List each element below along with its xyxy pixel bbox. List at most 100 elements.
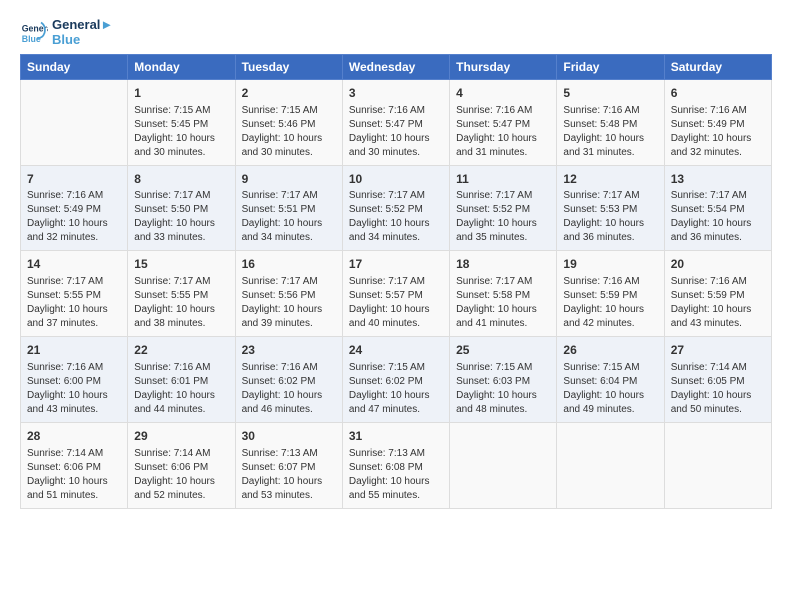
cell-info: Sunset: 5:55 PM (27, 289, 121, 303)
header-row-days: Sunday Monday Tuesday Wednesday Thursday… (21, 54, 772, 79)
cell-info: and 32 minutes. (671, 146, 765, 160)
calendar-table: Sunday Monday Tuesday Wednesday Thursday… (20, 54, 772, 509)
cell-info: Sunset: 5:47 PM (456, 118, 550, 132)
day-number: 15 (134, 256, 228, 273)
cell-info: and 48 minutes. (456, 403, 550, 417)
cell-info: Daylight: 10 hours (671, 132, 765, 146)
cell-info: Sunrise: 7:16 AM (456, 104, 550, 118)
cell-info: Daylight: 10 hours (349, 389, 443, 403)
cell-info: and 43 minutes. (27, 403, 121, 417)
cell-info: Sunset: 5:59 PM (563, 289, 657, 303)
cell-info: Sunrise: 7:16 AM (242, 361, 336, 375)
day-number: 4 (456, 85, 550, 102)
calendar-cell: 1Sunrise: 7:15 AMSunset: 5:45 PMDaylight… (128, 79, 235, 165)
calendar-cell: 24Sunrise: 7:15 AMSunset: 6:02 PMDayligh… (342, 337, 449, 423)
day-number: 9 (242, 171, 336, 188)
day-number: 1 (134, 85, 228, 102)
cell-info: and 51 minutes. (27, 489, 121, 503)
cell-info: Sunrise: 7:16 AM (563, 275, 657, 289)
cell-info: Sunrise: 7:16 AM (134, 361, 228, 375)
calendar-cell: 19Sunrise: 7:16 AMSunset: 5:59 PMDayligh… (557, 251, 664, 337)
cell-info: Daylight: 10 hours (349, 132, 443, 146)
day-number: 8 (134, 171, 228, 188)
calendar-cell: 7Sunrise: 7:16 AMSunset: 5:49 PMDaylight… (21, 165, 128, 251)
logo-text: General► Blue (52, 18, 113, 48)
calendar-cell: 11Sunrise: 7:17 AMSunset: 5:52 PMDayligh… (450, 165, 557, 251)
cell-info: Daylight: 10 hours (671, 389, 765, 403)
cell-info: and 31 minutes. (563, 146, 657, 160)
calendar-cell: 26Sunrise: 7:15 AMSunset: 6:04 PMDayligh… (557, 337, 664, 423)
day-number: 14 (27, 256, 121, 273)
cell-info: Sunset: 6:02 PM (349, 375, 443, 389)
cell-info: Daylight: 10 hours (27, 303, 121, 317)
cell-info: Sunrise: 7:17 AM (134, 275, 228, 289)
cell-info: and 50 minutes. (671, 403, 765, 417)
cell-info: and 40 minutes. (349, 317, 443, 331)
week-row-2: 7Sunrise: 7:16 AMSunset: 5:49 PMDaylight… (21, 165, 772, 251)
header-thursday: Thursday (450, 54, 557, 79)
cell-info: Sunset: 6:05 PM (671, 375, 765, 389)
cell-info: Sunset: 5:55 PM (134, 289, 228, 303)
week-row-5: 28Sunrise: 7:14 AMSunset: 6:06 PMDayligh… (21, 423, 772, 509)
cell-info: and 55 minutes. (349, 489, 443, 503)
cell-info: and 34 minutes. (242, 231, 336, 245)
calendar-cell: 2Sunrise: 7:15 AMSunset: 5:46 PMDaylight… (235, 79, 342, 165)
cell-info: Daylight: 10 hours (349, 475, 443, 489)
logo-icon: General Blue (20, 19, 48, 47)
cell-info: Sunset: 5:49 PM (27, 203, 121, 217)
calendar-cell: 10Sunrise: 7:17 AMSunset: 5:52 PMDayligh… (342, 165, 449, 251)
cell-info: Sunset: 5:52 PM (456, 203, 550, 217)
day-number: 29 (134, 428, 228, 445)
day-number: 10 (349, 171, 443, 188)
calendar-cell: 18Sunrise: 7:17 AMSunset: 5:58 PMDayligh… (450, 251, 557, 337)
cell-info: and 30 minutes. (134, 146, 228, 160)
calendar-cell: 14 Sunrise: 7:17 AMSunset: 5:55 PMDayligh… (21, 251, 128, 337)
day-number: 3 (349, 85, 443, 102)
cell-info: Sunset: 6:06 PM (27, 461, 121, 475)
cell-info: Sunset: 5:47 PM (349, 118, 443, 132)
cell-info: Sunrise: 7:14 AM (671, 361, 765, 375)
cell-info: Daylight: 10 hours (27, 389, 121, 403)
day-number: 27 (671, 342, 765, 359)
cell-info: Sunset: 5:54 PM (671, 203, 765, 217)
cell-info: Sunrise: 7:15 AM (349, 361, 443, 375)
cell-info: Sunrise: 7:13 AM (349, 447, 443, 461)
cell-info: Daylight: 10 hours (134, 475, 228, 489)
calendar-cell: 16Sunrise: 7:17 AMSunset: 5:56 PMDayligh… (235, 251, 342, 337)
week-row-1: 1Sunrise: 7:15 AMSunset: 5:45 PMDaylight… (21, 79, 772, 165)
day-number: 18 (456, 256, 550, 273)
cell-info: and 49 minutes. (563, 403, 657, 417)
header-row: General Blue General► Blue (20, 18, 772, 48)
cell-info: Sunrise: 7:17 AM (563, 189, 657, 203)
cell-info: Daylight: 10 hours (563, 132, 657, 146)
cell-info: and 37 minutes. (27, 317, 121, 331)
calendar-cell: 13Sunrise: 7:17 AMSunset: 5:54 PMDayligh… (664, 165, 771, 251)
cell-info: Sunrise: 7:17 AM (27, 275, 121, 289)
cell-info: and 47 minutes. (349, 403, 443, 417)
cell-info: and 35 minutes. (456, 231, 550, 245)
day-number: 11 (456, 171, 550, 188)
cell-info: and 44 minutes. (134, 403, 228, 417)
day-number: 31 (349, 428, 443, 445)
logo: General Blue General► Blue (20, 18, 113, 48)
cell-info: and 52 minutes. (134, 489, 228, 503)
calendar-container: General Blue General► Blue Sunday Monday… (0, 0, 792, 519)
cell-info: Sunset: 5:57 PM (349, 289, 443, 303)
cell-info: and 38 minutes. (134, 317, 228, 331)
day-number: 13 (671, 171, 765, 188)
cell-info: Sunrise: 7:17 AM (456, 189, 550, 203)
calendar-body: 1Sunrise: 7:15 AMSunset: 5:45 PMDaylight… (21, 79, 772, 508)
calendar-cell (21, 79, 128, 165)
cell-info: and 30 minutes. (242, 146, 336, 160)
cell-info: Sunrise: 7:17 AM (242, 275, 336, 289)
cell-info: Daylight: 10 hours (456, 132, 550, 146)
calendar-cell: 23Sunrise: 7:16 AMSunset: 6:02 PMDayligh… (235, 337, 342, 423)
calendar-cell: 8Sunrise: 7:17 AMSunset: 5:50 PMDaylight… (128, 165, 235, 251)
cell-info: and 46 minutes. (242, 403, 336, 417)
calendar-cell: 5Sunrise: 7:16 AMSunset: 5:48 PMDaylight… (557, 79, 664, 165)
cell-info: Sunrise: 7:17 AM (456, 275, 550, 289)
calendar-cell (450, 423, 557, 509)
cell-info: and 33 minutes. (134, 231, 228, 245)
cell-info: Daylight: 10 hours (242, 389, 336, 403)
cell-info: and 31 minutes. (456, 146, 550, 160)
